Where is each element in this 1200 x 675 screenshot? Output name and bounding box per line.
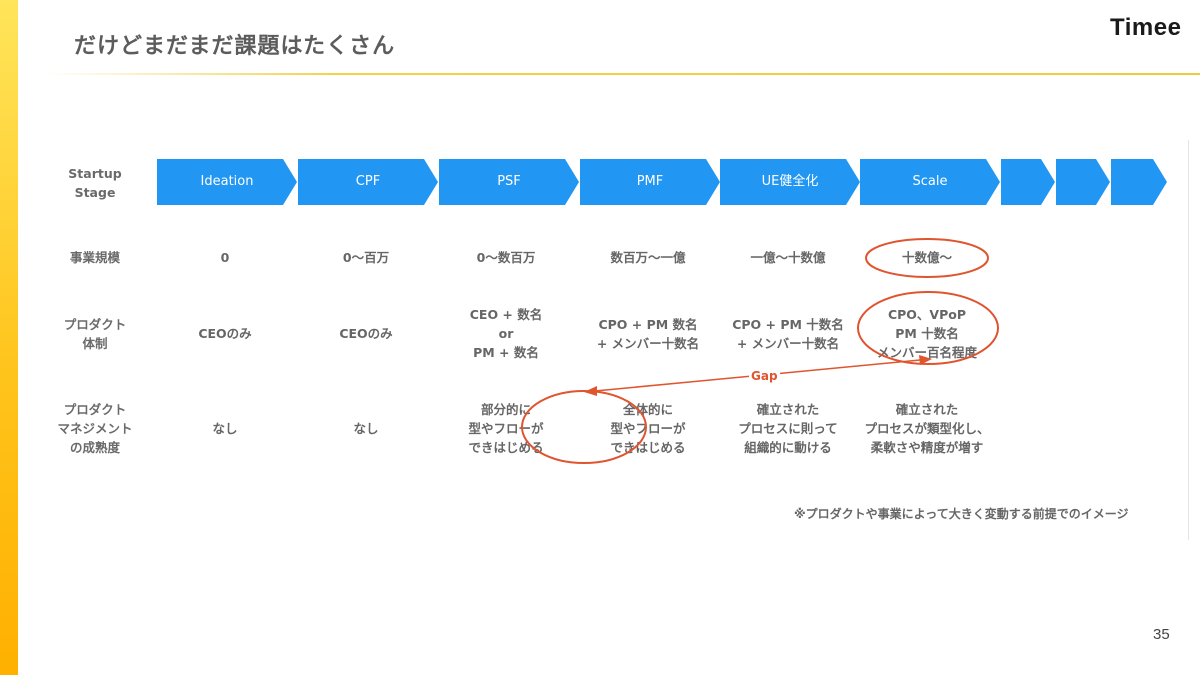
scale-cell-pmf: 数百万〜一億 [610,250,686,265]
org-cell-cpf: CEOのみ [339,326,393,341]
row-label-product-organization: プロダクト 体制 [63,317,127,351]
stage-chevron-pmf: PMF [580,159,720,205]
maturity-cell-scale: 確立された プロセスが類型化し、 柔軟さや精度が増す [864,402,990,455]
stage-chevron-future-3 [1111,159,1167,205]
maturity-cell-cpf: なし [353,421,379,436]
row-label-business-scale: 事業規模 [69,250,120,265]
maturity-cell-ideation: なし [212,421,238,436]
brand-logo: Timee [1110,14,1182,41]
slide-title: だけどまだまだ課題はたくさん [74,34,396,59]
org-cell-psf: CEO + 数名 or PM + 数名 [469,307,543,360]
title-underline [46,73,1200,75]
stage-chevron-ue: UE健全化 [720,159,860,205]
gap-label: Gap [749,369,780,383]
maturity-cell-psf: 部分的に 型やフローが できはじめる [468,402,544,455]
footnote: ※プロダクトや事業によって大きく変動する前提でのイメージ [794,507,1129,521]
stage-chevron-future-2 [1056,159,1110,205]
stage-chevron-psf: PSF [439,159,579,205]
row-label-startup-stage: Startup Stage [68,166,122,200]
gap-arrow-head-left [584,386,597,396]
stage-chevron-future-1 [1001,159,1055,205]
stage-chevron-scale: Scale [860,159,1000,205]
maturity-cell-ue: 確立された プロセスに則って 組織的に動ける [738,402,838,455]
scale-cell-cpf: 0〜百万 [342,250,390,265]
org-cell-scale: CPO、VPoP PM 十数名 メンバー百名程度 [876,307,977,360]
stage-chevron-ideation: Ideation [157,159,297,205]
accent-side-bar [0,0,18,675]
page-number: 35 [1153,626,1170,643]
scale-cell-psf: 0〜数百万 [476,250,536,265]
org-cell-ue: CPO + PM 十数名 + メンバー十数名 [732,317,844,351]
org-cell-pmf: CPO + PM 数名 + メンバー十数名 [596,317,700,351]
scale-cell-ideation: 0 [220,250,230,265]
scale-cell-ue: 一億〜十数億 [750,250,826,265]
scale-cell-scale: 十数億〜 [901,250,952,265]
maturity-cell-pmf: 全体的に 型やフローが できはじめる [610,402,686,455]
org-cell-ideation: CEOのみ [198,326,252,341]
stage-chevron-cpf: CPF [298,159,438,205]
divider-line [1188,140,1189,540]
row-label-product-management-maturity: プロダクト マネジメント の成熟度 [57,402,133,455]
